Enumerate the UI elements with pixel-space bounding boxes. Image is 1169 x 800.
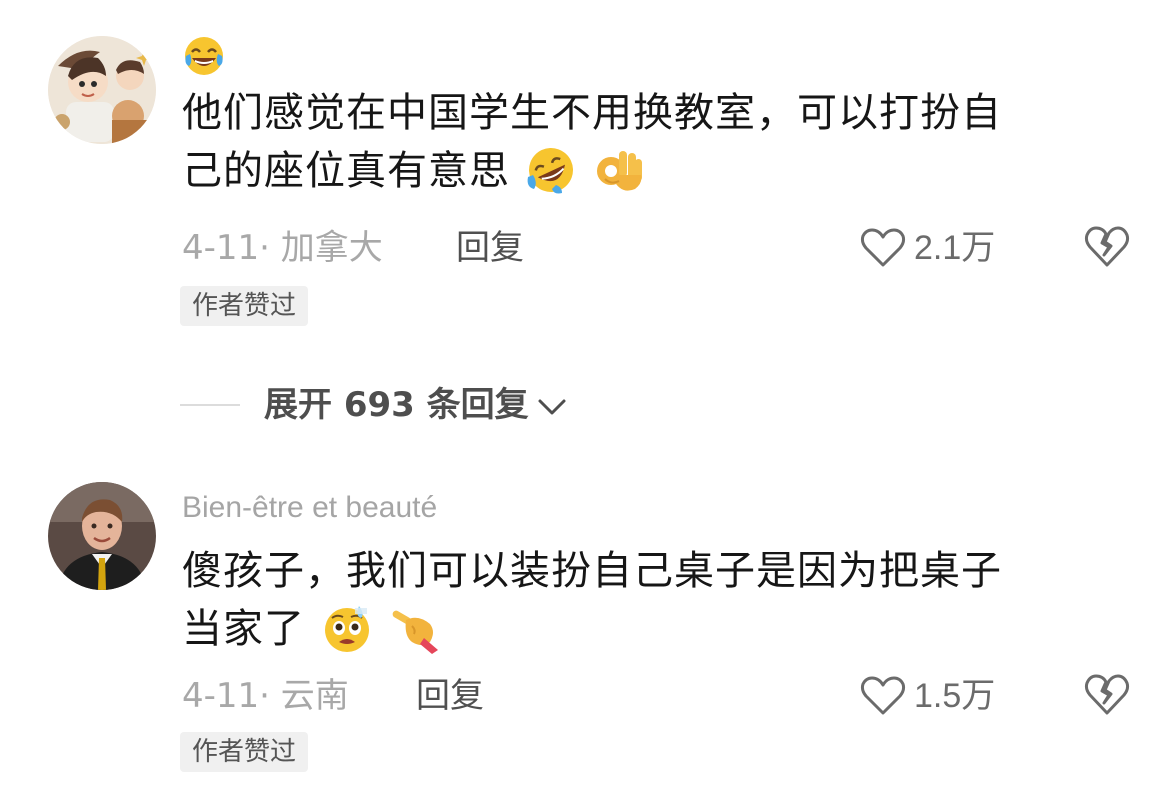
like-button[interactable]: 1.5万 [860, 674, 995, 718]
avatar[interactable] [48, 36, 156, 144]
broken-heart-icon [1084, 674, 1130, 715]
broken-heart-icon [1084, 226, 1130, 267]
comment-meta: 4-11· 加拿大 回复 2.1万 [182, 226, 1142, 270]
like-count: 1.5万 [914, 677, 996, 715]
expand-replies-label[interactable]: 展开 693 条回复 [264, 382, 529, 428]
like-button[interactable]: 2.1万 [860, 226, 995, 270]
comment-text-line1: 他们感觉在中国学生不用换教室，可以打扮自 [182, 90, 1002, 136]
pleading-sweat-emoji [324, 606, 369, 652]
reply-button[interactable]: 回复 [456, 226, 524, 270]
comment-date-location: 4-11· 加拿大 [182, 228, 383, 268]
dislike-button[interactable] [1084, 225, 1130, 273]
chevron-down-icon [538, 399, 566, 415]
comment-meta: 4-11· 云南 回复 1.5万 [182, 674, 1142, 718]
portrait-avatar-icon [48, 482, 156, 590]
rolling-laughing-emoji [527, 148, 573, 194]
author-liked-badge: 作者赞过 [180, 286, 309, 326]
anime-avatar-icon [48, 36, 156, 144]
comment-text: 他们感觉在中国学生不用换教室，可以打扮自 己的座位真有意思 [182, 84, 1122, 200]
like-count: 2.1万 [914, 229, 996, 267]
comment-text-line2: 己的座位真有意思 [182, 148, 510, 194]
comment-text-line2-row: 己的座位真有意思 [182, 142, 1122, 200]
author-liked-badge: 作者赞过 [180, 732, 309, 772]
leading-emoji-row [182, 34, 1122, 84]
comment-text-line2-row: 当家了 [182, 600, 1122, 658]
comment-content: 他们感觉在中国学生不用换教室，可以打扮自 己的座位真有意思 [182, 34, 1122, 200]
pointing-hand-emoji [393, 610, 439, 654]
comment-text: 傻孩子，我们可以装扮自己桌子是因为把桌子 当家了 [182, 542, 1122, 658]
comment-text-line1: 傻孩子，我们可以装扮自己桌子是因为把桌子 [182, 548, 1002, 594]
divider-line [180, 404, 240, 406]
comment-text-line2: 当家了 [182, 606, 305, 652]
heart-icon [860, 676, 906, 715]
comment-content: Bien-être et beauté 傻孩子，我们可以装扮自己桌子是因为把桌子… [182, 488, 1122, 658]
heart-icon [860, 228, 906, 267]
reply-button[interactable]: 回复 [416, 674, 484, 718]
tears-of-joy-emoji [185, 37, 223, 75]
dislike-button[interactable] [1084, 673, 1130, 721]
comment-date-location: 4-11· 云南 [182, 676, 349, 716]
username[interactable]: Bien-être et beauté [182, 488, 1122, 528]
expand-replies[interactable]: 展开 693 条回复 [180, 382, 567, 428]
avatar[interactable] [48, 482, 156, 590]
ok-hand-emoji [597, 151, 643, 191]
